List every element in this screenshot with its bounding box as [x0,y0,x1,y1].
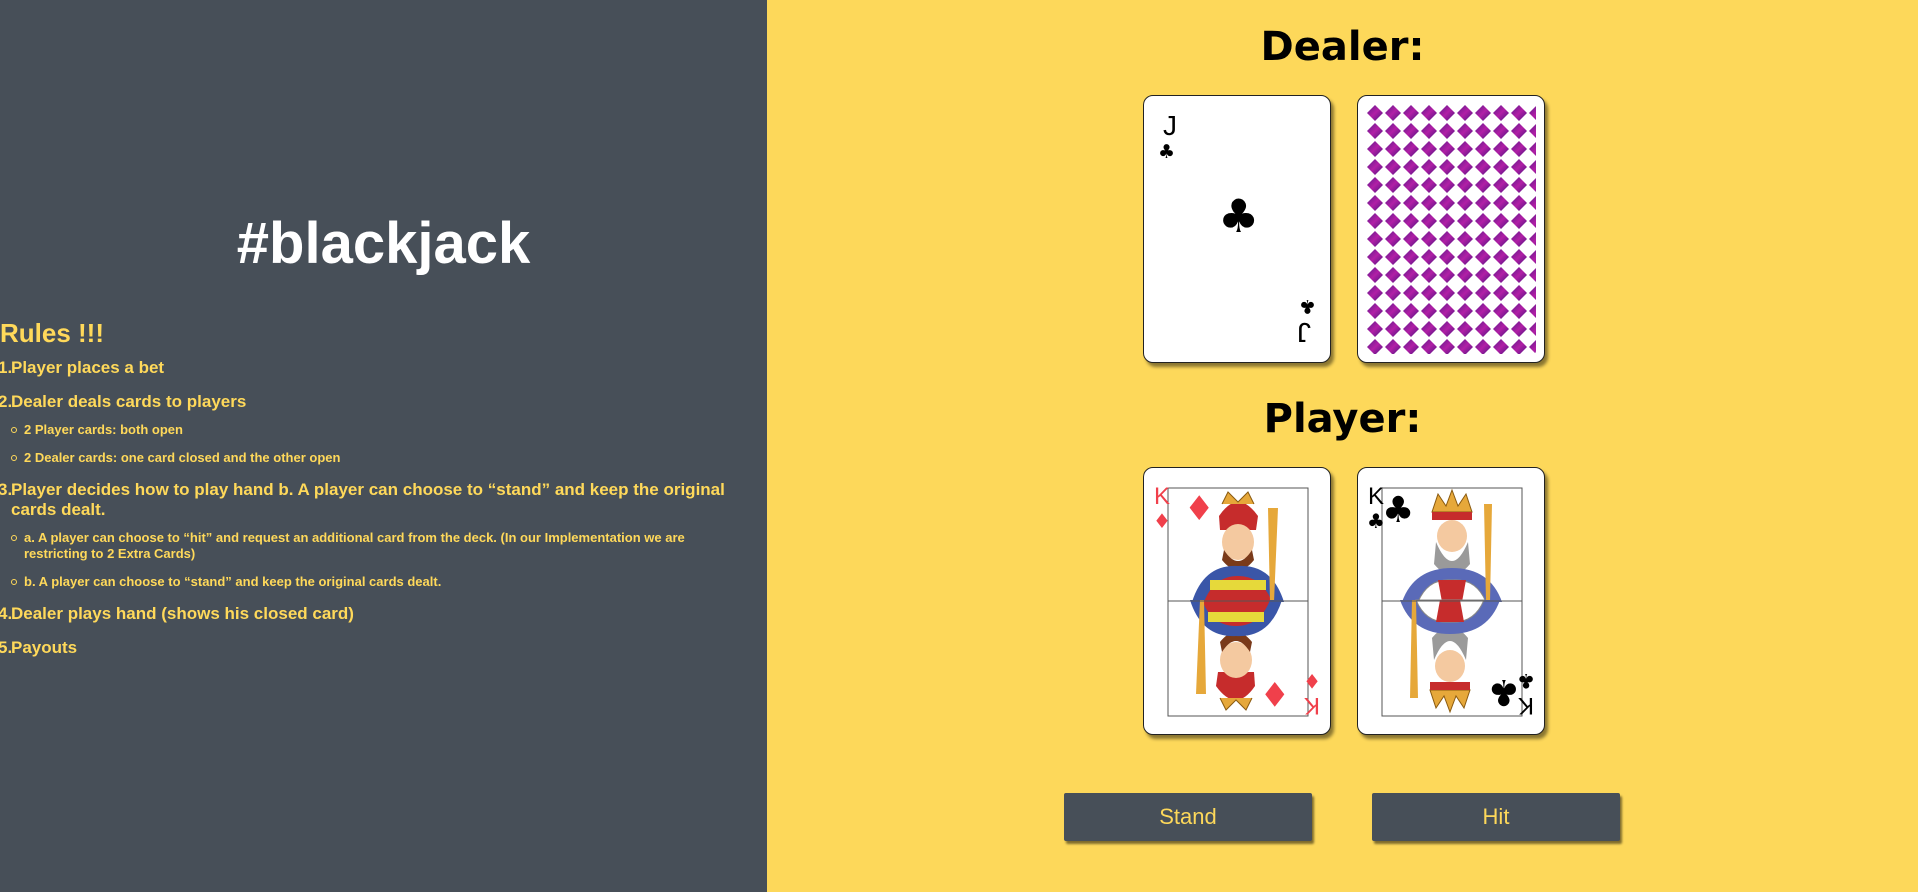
card-back-pattern [1366,104,1536,354]
player-label: Player: [1263,396,1422,442]
rule-item: 2. Dealer deals cards to players 2 Playe… [0,392,751,466]
player-card-king-of-diamonds: K ♦ ♦ K ♦ ♦ [1143,467,1331,735]
king-portrait [1402,488,1502,603]
diamond-suit-icon: ♦ [1184,489,1214,529]
rule-text: Payouts [11,638,78,657]
card-rank: J [1297,317,1311,348]
rule-item: 5. Payouts [0,638,78,657]
stand-button[interactable]: Stand [1064,793,1312,841]
club-suit-icon: ♣ [1299,295,1316,317]
club-suit-icon: ♣ [1382,490,1414,531]
rule-sublist: 2 Player cards: both open 2 Dealer cards… [11,422,751,466]
app-title: #blackjack [236,211,531,276]
diamond-suit-icon: ♦ [1153,509,1171,533]
rule-item: 3. Player decides how to play hand b. A … [0,480,751,590]
rule-subitem: 2 Player cards: both open [11,422,751,438]
club-suit-icon: ♣ [1488,671,1520,712]
dealer-label: Dealer: [1260,24,1425,70]
diamond-suit-icon: ♦ [1303,669,1321,693]
rules-list: 1. Player places a bet 2. Dealer deals c… [0,358,751,672]
rule-subitem: 2 Dealer cards: one card closed and the … [11,450,751,466]
card-rank: J [1163,110,1177,141]
player-card-king-of-clubs: K ♣ ♣ K ♣ ♣ [1357,467,1545,735]
rule-subitem: a. A player can choose to “hit” and requ… [11,530,751,562]
club-suit-icon: ♣ [1158,141,1175,163]
game-table: Dealer: J ♣ ♣ J ♣ Player: K ♦ ♦ K ♦ ♦ K … [767,0,1918,892]
rule-text: Player decides how to play hand b. A pla… [11,480,725,519]
dealer-card-back [1357,95,1545,363]
rule-text: Dealer deals cards to players [11,392,247,411]
dealer-card-jack-of-clubs: J ♣ ♣ J ♣ [1143,95,1331,363]
rule-item: 1. Player places a bet [0,358,165,377]
rule-sublist: a. A player can choose to “hit” and requ… [11,530,751,590]
rule-subitem: b. A player can choose to “stand” and ke… [11,574,751,590]
diamond-suit-icon: ♦ [1260,673,1290,713]
hit-button[interactable]: Hit [1372,793,1620,841]
rules-heading: Rules !!! [0,318,104,348]
rule-text: Dealer plays hand (shows his closed card… [11,604,354,623]
club-suit-icon: ♣ [1218,189,1259,243]
card-rank: K [1154,483,1170,510]
rule-text: Player places a bet [11,358,165,377]
card-rank: K [1304,692,1320,719]
sidebar: #blackjack Rules !!! 1. Player places a … [0,0,767,892]
rule-item: 4. Dealer plays hand (shows his closed c… [0,604,354,623]
